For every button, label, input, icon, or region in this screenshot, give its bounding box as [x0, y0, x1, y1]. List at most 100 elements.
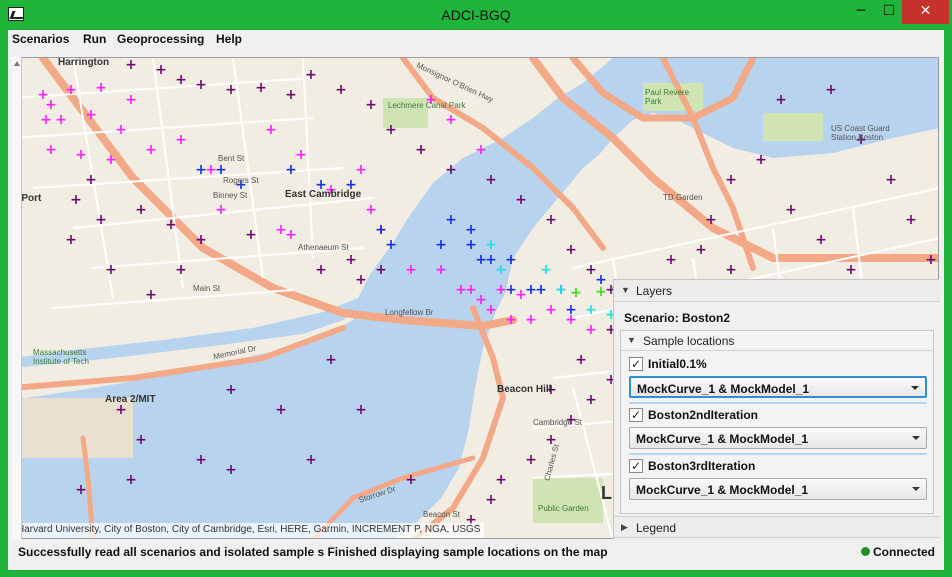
sample-marker-initial[interactable]: + [285, 227, 297, 243]
sample-marker-second[interactable]: + [695, 242, 707, 258]
menu-help[interactable]: Help [216, 32, 242, 46]
sample-marker-second[interactable]: + [285, 87, 297, 103]
sample-marker-initial[interactable]: + [585, 322, 597, 338]
sample-marker-second[interactable]: + [755, 152, 767, 168]
sample-marker-second[interactable]: + [345, 252, 357, 268]
sample-marker-second[interactable]: + [125, 472, 137, 488]
sample-marker-second[interactable]: + [65, 232, 77, 248]
sample-marker-third[interactable]: + [505, 282, 517, 298]
sample-marker-cyan[interactable]: + [555, 282, 567, 298]
sample-marker-initial[interactable]: + [55, 112, 67, 128]
layer-checkbox-third[interactable]: ✓ [629, 459, 643, 473]
sample-marker-initial[interactable]: + [125, 92, 137, 108]
sample-marker-initial[interactable]: + [95, 80, 107, 96]
sample-marker-second[interactable]: + [225, 462, 237, 478]
sample-marker-second[interactable]: + [245, 227, 257, 243]
sample-marker-green[interactable]: + [570, 285, 582, 301]
sample-marker-third[interactable]: + [465, 222, 477, 238]
sample-marker-initial[interactable]: + [145, 142, 157, 158]
sample-marker-second[interactable]: + [175, 262, 187, 278]
sample-marker-second[interactable]: + [925, 252, 937, 268]
sample-marker-initial[interactable]: + [545, 302, 557, 318]
sample-marker-initial[interactable]: + [475, 142, 487, 158]
sample-marker-second[interactable]: + [315, 262, 327, 278]
sample-marker-second[interactable]: + [485, 172, 497, 188]
sample-marker-second[interactable]: + [445, 162, 457, 178]
sample-marker-initial[interactable]: + [365, 202, 377, 218]
sample-locations-header[interactable]: ▼ Sample locations [621, 331, 933, 351]
sample-marker-second[interactable]: + [545, 212, 557, 228]
maximize-button[interactable]: ☐ [874, 0, 904, 24]
sample-marker-third[interactable]: + [565, 302, 577, 318]
sample-marker-cyan[interactable]: + [495, 262, 507, 278]
sample-marker-second[interactable]: + [75, 482, 87, 498]
sample-marker-initial[interactable]: + [115, 122, 127, 138]
sample-marker-second[interactable]: + [525, 452, 537, 468]
sample-marker-second[interactable]: + [175, 72, 187, 88]
scroll-up-icon[interactable] [14, 61, 20, 66]
sample-marker-second[interactable]: + [585, 392, 597, 408]
sample-marker-second[interactable]: + [155, 62, 167, 78]
sample-marker-initial[interactable]: + [85, 107, 97, 123]
sample-marker-second[interactable]: + [195, 77, 207, 93]
sample-marker-second[interactable]: + [775, 92, 787, 108]
sample-marker-initial[interactable]: + [265, 122, 277, 138]
menu-geoprocessing[interactable]: Geoprocessing [117, 32, 204, 46]
sample-marker-second[interactable]: + [785, 202, 797, 218]
sample-marker-third[interactable]: + [385, 237, 397, 253]
sample-marker-second[interactable]: + [815, 232, 827, 248]
sample-marker-second[interactable]: + [905, 212, 917, 228]
sample-marker-second[interactable]: + [255, 80, 267, 96]
sample-marker-second[interactable]: + [375, 262, 387, 278]
sample-marker-third[interactable]: + [195, 162, 207, 178]
sample-marker-initial[interactable]: + [45, 142, 57, 158]
sample-marker-green[interactable]: + [595, 284, 607, 300]
sample-marker-second[interactable]: + [225, 382, 237, 398]
sample-marker-initial[interactable]: + [175, 132, 187, 148]
sample-marker-second[interactable]: + [125, 58, 137, 73]
sample-marker-initial[interactable]: + [505, 312, 517, 328]
menu-scenarios[interactable]: Scenarios [12, 32, 69, 46]
sample-marker-initial[interactable]: + [75, 147, 87, 163]
sample-marker-second[interactable]: + [105, 262, 117, 278]
sample-marker-initial[interactable]: + [40, 112, 52, 128]
sample-marker-second[interactable]: + [405, 472, 417, 488]
layer-model-select-initial[interactable]: MockCurve_1 & MockModel_1 [629, 376, 927, 398]
sample-marker-second[interactable]: + [575, 352, 587, 368]
sample-marker-initial[interactable]: + [355, 162, 367, 178]
sample-marker-initial[interactable]: + [215, 202, 227, 218]
sample-marker-second[interactable]: + [565, 242, 577, 258]
sample-marker-second[interactable]: + [515, 192, 527, 208]
close-button[interactable]: ✕ [902, 0, 949, 24]
layers-header[interactable]: ▼ Layers [614, 280, 940, 302]
sample-marker-second[interactable]: + [275, 402, 287, 418]
sample-marker-second[interactable]: + [845, 262, 857, 278]
sample-marker-second[interactable]: + [355, 272, 367, 288]
sample-marker-second[interactable]: + [415, 142, 427, 158]
sample-marker-third[interactable]: + [435, 237, 447, 253]
sample-marker-third[interactable]: + [285, 162, 297, 178]
sample-marker-cyan[interactable]: + [585, 302, 597, 318]
sample-marker-second[interactable]: + [70, 192, 82, 208]
sample-marker-second[interactable]: + [305, 67, 317, 83]
sample-marker-second[interactable]: + [725, 172, 737, 188]
sample-marker-second[interactable]: + [885, 172, 897, 188]
legend-header[interactable]: ▶ Legend [614, 516, 940, 538]
layer-checkbox-initial[interactable]: ✓ [629, 357, 643, 371]
sample-marker-third[interactable]: + [375, 222, 387, 238]
sample-marker-second[interactable]: + [195, 232, 207, 248]
sample-marker-second[interactable]: + [145, 287, 157, 303]
sample-marker-second[interactable]: + [725, 262, 737, 278]
sample-marker-second[interactable]: + [165, 217, 177, 233]
sample-marker-second[interactable]: + [305, 452, 317, 468]
sample-marker-initial[interactable]: + [445, 112, 457, 128]
sample-marker-second[interactable]: + [95, 212, 107, 228]
layer-model-select-third[interactable]: MockCurve_1 & MockModel_1 [629, 478, 927, 500]
sample-marker-second[interactable]: + [485, 492, 497, 508]
layer-model-select-second[interactable]: MockCurve_1 & MockModel_1 [629, 427, 927, 449]
sample-marker-initial[interactable]: + [485, 302, 497, 318]
sample-marker-initial[interactable]: + [65, 82, 77, 98]
sample-marker-third[interactable]: + [445, 212, 457, 228]
sample-marker-second[interactable]: + [355, 402, 367, 418]
sample-marker-second[interactable]: + [365, 97, 377, 113]
